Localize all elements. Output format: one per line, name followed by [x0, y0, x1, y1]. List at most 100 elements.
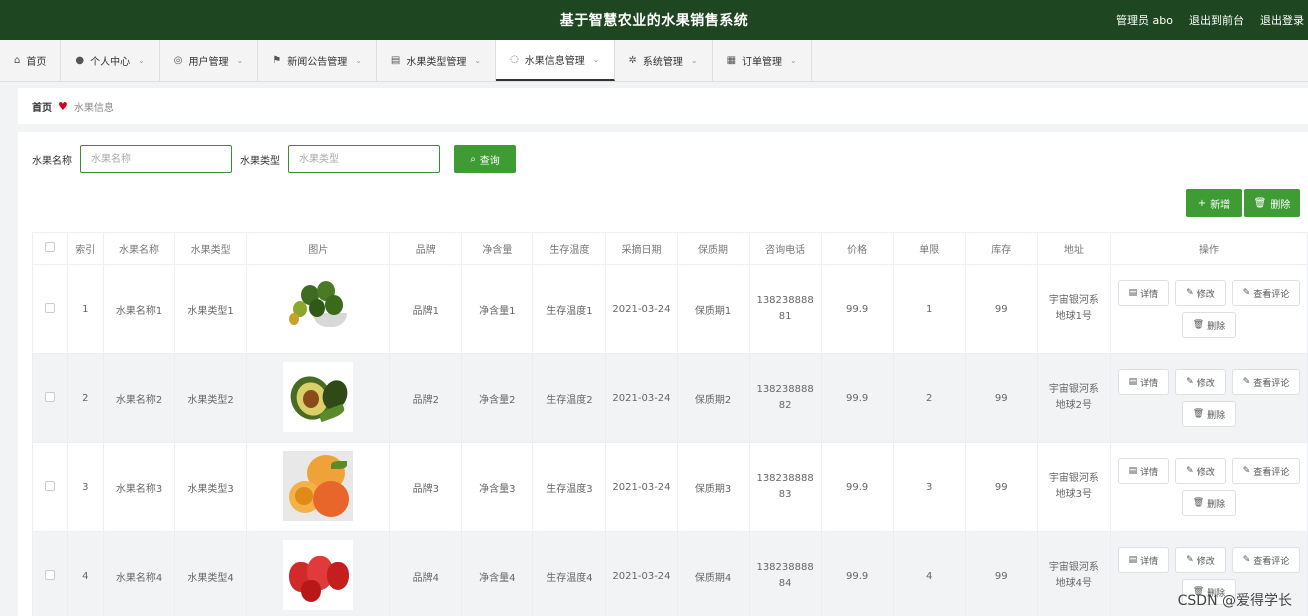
nav-item-label: 水果信息管理: [524, 56, 585, 67]
fruit-image: [283, 450, 354, 521]
trash-icon: 🗑: [1253, 197, 1267, 209]
detail-button[interactable]: ▤ 详情: [1117, 280, 1170, 306]
detail-button-label: 详情: [1140, 289, 1159, 300]
pencil-icon: ✎: [1186, 288, 1194, 298]
query-button[interactable]: ⌕ 查询: [454, 145, 516, 173]
back-to-front-link[interactable]: 退出到前台: [1189, 12, 1244, 28]
select-all-checkbox[interactable]: [44, 242, 55, 252]
row-select-cell: [32, 442, 68, 532]
row-checkbox[interactable]: [44, 480, 55, 491]
watermark: CSDN @爱得学长: [1177, 593, 1292, 609]
delete-button[interactable]: 🗑 删除: [1181, 490, 1237, 516]
breadcrumb-home[interactable]: 首页: [32, 99, 52, 114]
batch-delete-button[interactable]: 🗑 删除: [1244, 189, 1300, 217]
column-header: 索引: [66, 232, 105, 265]
nav-item-5[interactable]: ◌ 水果信息管理 ⌄: [496, 40, 615, 81]
trash-icon: 🗑: [1192, 409, 1205, 419]
nav-item-1[interactable]: ● 个人中心 ⌄: [61, 40, 160, 81]
cell-price: 99.9: [820, 531, 894, 616]
cell-type: 水果类型3: [174, 442, 248, 532]
fruit-image: [283, 272, 354, 343]
cell-temp: 生存温度4: [532, 531, 607, 616]
view-reviews-button[interactable]: ✎ 查看评论: [1231, 458, 1301, 484]
row-checkbox[interactable]: [44, 302, 55, 313]
address-line-1: 宇宙银河系: [1048, 562, 1099, 573]
detail-button[interactable]: ▤ 详情: [1117, 547, 1170, 573]
edit-button[interactable]: ✎ 修改: [1175, 547, 1226, 573]
heart-icon: ♥: [58, 99, 68, 113]
address-line-2: 地球3号: [1055, 489, 1093, 500]
flag-icon: ⚑: [272, 55, 282, 66]
delete-button-label: 删除: [1207, 410, 1226, 421]
row-checkbox[interactable]: [44, 391, 55, 402]
edit-button[interactable]: ✎ 修改: [1175, 280, 1226, 306]
breadcrumb-current: 水果信息: [73, 102, 114, 114]
column-header: 地址: [1036, 232, 1111, 265]
fruit-name-input[interactable]: [80, 145, 232, 173]
cell-price: 99.9: [820, 264, 894, 354]
chevron-down-icon: ⌄: [592, 55, 600, 64]
add-button[interactable]: + 新增: [1186, 189, 1242, 217]
gear-icon: ✲: [628, 55, 637, 66]
user-icon: ●: [75, 55, 85, 66]
view-reviews-button[interactable]: ✎ 查看评论: [1231, 547, 1301, 573]
nav-item-3[interactable]: ⚑ 新闻公告管理 ⌄: [258, 40, 377, 81]
cell-temp: 生存温度1: [532, 264, 607, 354]
nav-item-7[interactable]: ▦ 订单管理 ⌄: [713, 40, 812, 81]
phone-line-2: 83: [778, 489, 792, 500]
delete-button-label: 删除: [1207, 499, 1226, 510]
detail-button-label: 详情: [1140, 467, 1159, 478]
batch-delete-label: 删除: [1270, 199, 1291, 211]
cell-brand: 品牌1: [389, 264, 463, 354]
view-reviews-button[interactable]: ✎ 查看评论: [1231, 369, 1301, 395]
address-line-1: 宇宙银河系: [1048, 295, 1099, 306]
cell-shelf: 保质期1: [676, 264, 750, 354]
column-header: 生存温度: [532, 232, 607, 265]
column-header: 品牌: [389, 232, 463, 265]
nav-item-4[interactable]: ▤ 水果类型管理 ⌄: [377, 40, 497, 81]
fruit-type-input[interactable]: [288, 145, 440, 173]
fruit-table: 索引 水果名称 水果类型 图片 品牌 净含量 生存温度 采摘日期 保质期 咨询电话 价格 单限 库存 地址…: [32, 232, 1308, 616]
info-icon: ◌: [510, 54, 519, 65]
address-line-2: 地球4号: [1055, 578, 1093, 589]
cell-net: 净含量1: [461, 264, 534, 354]
add-button-label: 新增: [1210, 199, 1231, 211]
nav-item-label: 首页: [26, 57, 47, 68]
row-checkbox[interactable]: [44, 569, 55, 580]
nav-item-label: 水果类型管理: [406, 57, 467, 68]
content-panel: 水果名称 水果类型 ⌕ 查询 + 新增 🗑 删除 索引水果名称水果类型图片品牌净…: [18, 132, 1308, 616]
edit-button[interactable]: ✎ 修改: [1175, 369, 1226, 395]
address-line-1: 宇宙银河系: [1048, 384, 1099, 395]
delete-button[interactable]: 🗑 删除: [1181, 312, 1237, 338]
column-header: 咨询电话: [748, 232, 822, 265]
detail-button-label: 详情: [1140, 556, 1159, 567]
edit-button[interactable]: ✎ 修改: [1175, 458, 1226, 484]
view-reviews-button-label: 查看评论: [1253, 556, 1290, 567]
nav-item-6[interactable]: ✲ 系统管理 ⌄: [615, 40, 713, 81]
delete-button[interactable]: 🗑 删除: [1181, 401, 1237, 427]
logout-link[interactable]: 退出登录: [1260, 12, 1304, 28]
home-icon: ⌂: [14, 55, 21, 66]
cell-stock: 99: [964, 531, 1038, 616]
nav-item-0[interactable]: ⌂ 首页: [6, 40, 62, 81]
address-line-2: 地球2号: [1055, 400, 1093, 411]
cell-address: 宇宙银河系地球2号: [1036, 353, 1111, 443]
row-actions: ▤ 详情 ✎ 修改 ✎ 查看评论 🗑 删除: [1115, 276, 1303, 342]
cell-brand: 品牌2: [389, 353, 463, 443]
detail-button[interactable]: ▤ 详情: [1117, 458, 1170, 484]
trash-icon: 🗑: [1192, 320, 1205, 330]
nav-item-label: 新闻公告管理: [287, 57, 348, 68]
cell-phone: 138238888 81: [748, 264, 822, 354]
users-icon: ◎: [173, 55, 183, 66]
row-select-cell: [32, 353, 68, 443]
column-header: 水果名称: [103, 232, 176, 265]
chevron-down-icon: ⌄: [474, 56, 482, 65]
cell-limit: 1: [892, 264, 966, 354]
app-header: 基于智慧农业的水果销售系统 管理员 abo 退出到前台 退出登录: [0, 0, 1308, 40]
view-reviews-button[interactable]: ✎ 查看评论: [1231, 280, 1301, 306]
nav-item-label: 用户管理: [188, 57, 229, 68]
cell-image: [246, 353, 391, 443]
detail-button[interactable]: ▤ 详情: [1117, 369, 1170, 395]
nav-item-2[interactable]: ◎ 用户管理 ⌄: [160, 40, 259, 81]
document-icon: ▤: [1128, 555, 1138, 565]
